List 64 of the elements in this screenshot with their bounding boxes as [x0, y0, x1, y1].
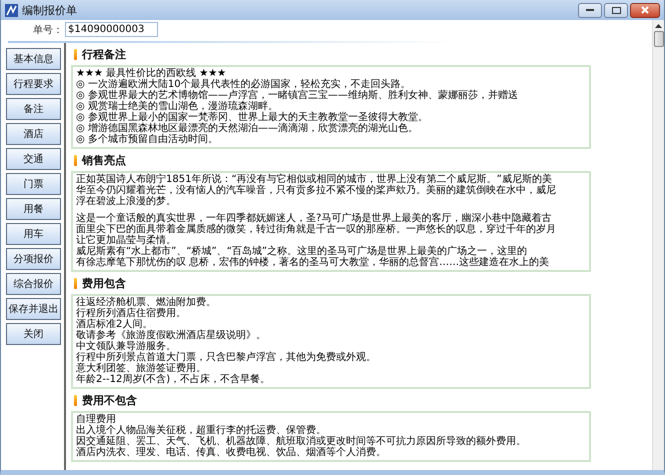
text-line: 酒店内洗衣、理发、电话、传真、收费电视、饮品、烟酒等个人消费。	[76, 447, 386, 458]
text-line: ◎ 一次游遍欧洲大陆10个最具代表性的必游国家，轻松充实，不走回头路。	[76, 79, 411, 90]
close-button[interactable]	[630, 2, 660, 18]
nav-button[interactable]: 用餐	[6, 198, 61, 220]
text-line: ◎ 增游德国黑森林地区最漂亮的天然湖泊——滴滴湖，欣赏漂亮的湖光山色。	[76, 123, 418, 134]
text-line: 让它更加晶莹与柔情。	[76, 235, 176, 246]
window-title: 编制报价单	[22, 2, 77, 18]
scroll-thumb[interactable]	[654, 31, 664, 47]
text-area[interactable]	[71, 65, 591, 149]
section-marker-icon	[74, 155, 77, 166]
nav-button[interactable]: 分项报价	[6, 248, 61, 270]
maximize-icon	[612, 6, 620, 14]
text-line: 中文领队兼导游服务。	[76, 341, 176, 352]
section-title: 费用不包含	[82, 393, 137, 408]
maximize-button[interactable]	[604, 2, 628, 18]
nav-button[interactable]: 行程要求	[6, 73, 61, 95]
minimize-button[interactable]	[578, 2, 602, 18]
text-line: ★★★ 最具性价比的西欧线 ★★★	[76, 68, 226, 79]
text-line: 出入境个人物品海关征税，超重行李的托运费、保管费。	[76, 425, 326, 436]
close-icon	[641, 6, 649, 14]
text-line: 往返经济舱机票、燃油附加费。	[76, 297, 216, 308]
section-marker-icon	[74, 49, 77, 60]
text-line: 酒店标准2人间。	[76, 319, 152, 330]
scrollbar[interactable]	[652, 20, 664, 470]
app-icon	[5, 4, 18, 16]
text-line: 年龄2--12周岁(不含)，不占床，不含早餐。	[76, 374, 270, 385]
text-line: 因交通延阻、罢工、天气、飞机、机器故障、航班取消或更改时间等不可抗力原因所导致的额外费用。	[76, 436, 526, 447]
text-area[interactable]: 自理费用 出入境个人物品海关征税，超重行李的托运费、保管费。 因交通延阻、罢工、天气、飞机、机器故障、航班取消或更改时间等不可抗力原因所导致的额外费用。 酒店内洗衣、理发、电话、传真、收费电视、饮品、烟酒等个人消费。	[71, 411, 591, 462]
text-line: 自理费用	[76, 414, 116, 425]
nav-button[interactable]: 综合报价	[6, 273, 61, 295]
text-line: 威尼斯素有“水上都市”、“桥城”、“百岛城”之称。这里的圣马可广场是世界上最美的广场之一，这里的	[76, 246, 528, 257]
nav-button[interactable]: 关闭	[6, 323, 61, 345]
text-line: ◎ 参观世界最大的艺术博物馆——卢浮宫，一睹镇宫三宝——维纳斯、胜利女神、蒙娜丽莎，并赠送	[76, 90, 518, 101]
text-line: 敬请参考《旅游度假欧洲酒店星级说明》。	[76, 330, 266, 341]
section-title: 费用包含	[82, 276, 126, 291]
text-line: 华至今仍闪耀着光芒，没有恼人的汽车噪音，只有贡多拉不紧不慢的桨声欸乃。美丽的建筑倒映在水中，威尼	[76, 185, 556, 196]
text-line: 这是一个童话般的真实世界，一年四季都妩媚迷人，圣?马可广场是世界上最美的客厅，幽深小巷中隐藏着古	[76, 213, 552, 224]
nav-button[interactable]: 保存并退出	[6, 298, 61, 320]
nav-button[interactable]: 门票	[6, 173, 61, 195]
text-line: 浮在碧波上浪漫的梦。	[76, 196, 176, 207]
nav-button[interactable]: 备注	[6, 98, 61, 120]
section-marker-icon	[74, 395, 77, 406]
section-title: 销售亮点	[82, 153, 126, 168]
order-number-field[interactable]: $14090000003	[65, 22, 158, 37]
text-line: ◎ 观赏瑞士绝美的雪山湖色，漫游琉森湖畔。	[76, 101, 278, 112]
text-area[interactable]	[71, 171, 591, 272]
scroll-up-icon[interactable]	[655, 24, 662, 28]
nav-button[interactable]: 用车	[6, 223, 61, 245]
nav-button[interactable]: 基本信息	[6, 48, 61, 70]
section-marker-icon	[74, 278, 77, 289]
text-line: ◎ 参观世界上最小的国家一梵蒂冈、世界上最大的天主教教堂一圣彼得大教堂。	[76, 112, 428, 123]
text-line: 行程中所列景点首道大门票，只含巴黎卢浮宫，其他为免费或外观。	[76, 352, 376, 363]
text-line: 行程所列酒店住宿费用。	[76, 308, 186, 319]
text-line: 有徐志摩笔下那忧伤的叹 息桥，宏伟的钟楼，著名的圣马可大教堂，华丽的总督宫……这些建造在水上的美	[76, 257, 550, 268]
order-number-label: 单号：	[33, 24, 63, 36]
nav-button[interactable]: 交通	[6, 148, 61, 170]
section-title: 行程备注	[82, 47, 126, 62]
text-line: ◎ 多个城市预留自由活动时间。	[76, 134, 218, 145]
text-line: 面里尖下巴的面具带着金属质感的微笑，转过街角就是千古一叹的那座桥。一声悠长的叹息，穿过千年的岁月	[76, 224, 556, 235]
minimize-icon	[586, 9, 594, 11]
nav-button[interactable]: 酒店	[6, 123, 61, 145]
text-area[interactable]: 往返经济舱机票、燃油附加费。 行程所列酒店住宿费用。 酒店标准2人间。 敬请参考《旅游度假欧洲酒店星级说明》。 中文领队兼导游服务。 行程中所列景点首道大门票，只含巴黎卢浮宫，其他为免费或外观。 意大利团签、旅游签证费用。 年龄2--12周岁(不含)，不占床，不含早餐。	[71, 294, 591, 389]
text-line: 正如英国诗人布朗宁1851年所说：“再没有与它相似或相同的城市，世界上没有第二个威尼斯。”威尼斯的美	[76, 174, 552, 185]
text-line: 意大利团签、旅游签证费用。	[76, 363, 206, 374]
